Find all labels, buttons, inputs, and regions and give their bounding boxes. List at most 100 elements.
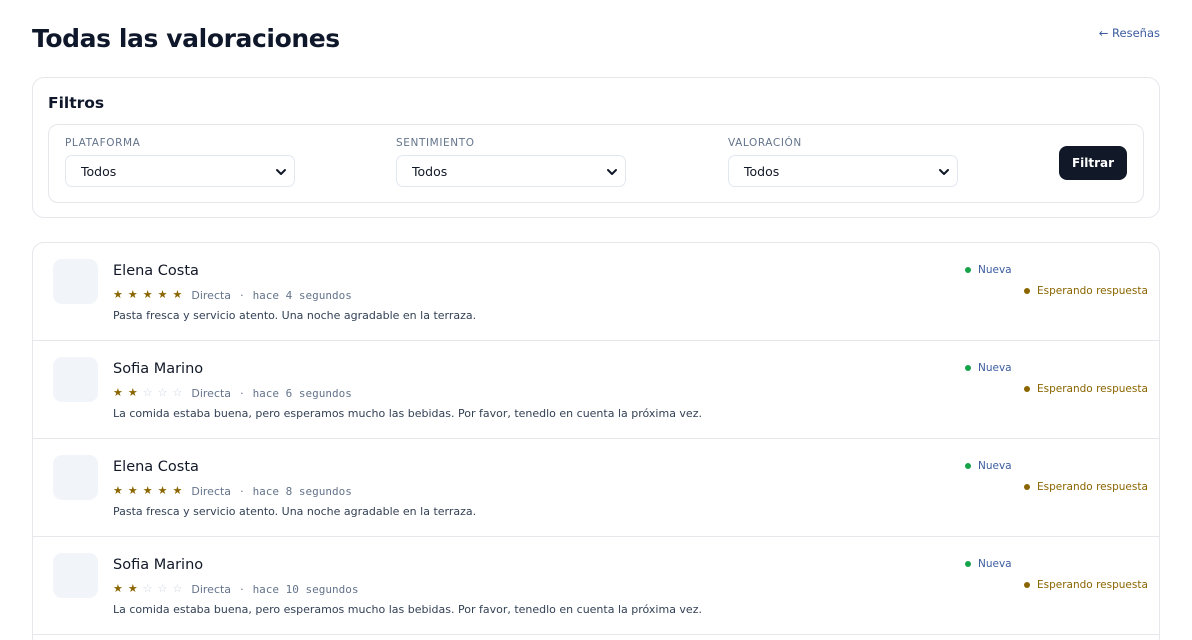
filter-button[interactable]: Filtrar [1059,146,1127,180]
sentiment-select[interactable]: Todos [396,155,626,187]
star-filled-icon: ★ [113,386,123,399]
filters-panel: Filtros PLATAFORMA Todos SENTIMIENTO Tod… [32,77,1160,218]
status-badge-waiting: Esperando respuesta [1024,579,1148,591]
star-empty-icon: ☆ [157,386,168,399]
star-rating: ★ ★ ★ ★ ★ [113,288,182,302]
status-dot-icon [1024,288,1030,294]
star-filled-icon: ★ [127,386,138,399]
reviewer-name: Elena Costa [113,459,199,475]
review-row[interactable]: Sofia Marino ★ ★ ☆ ☆ ☆ Directa · hace 10 segundo… [33,537,1159,635]
star-empty-icon: ☆ [157,582,168,595]
star-empty-icon: ☆ [172,386,183,399]
star-filled-icon: ★ [113,582,123,595]
star-filled-icon: ★ [142,288,153,301]
status-dot-icon [1024,386,1030,392]
review-text: Pasta fresca y servicio atento. Una noch… [113,505,477,518]
platform-filter: PLATAFORMA Todos [65,137,295,187]
review-row[interactable]: Elena Costa ★ ★ ★ ★ ★ Directa · hace 8 segundos P… [33,439,1159,537]
review-time: hace 8 segundos [252,484,352,498]
review-text: Pasta fresca y servicio atento. Una noch… [113,309,477,322]
review-platform: Directa [191,288,232,302]
platform-select-value: Todos [81,164,117,179]
status-dot-icon [1024,582,1030,588]
status-new-label: Nueva [978,460,1012,472]
review-time: hace 6 segundos [252,386,352,400]
status-waiting-label: Esperando respuesta [1037,579,1148,591]
star-empty-icon: ☆ [142,386,153,399]
reviewer-name: Elena Costa [113,263,199,279]
status-badge-new: Nueva [965,362,1012,374]
star-empty-icon: ☆ [172,582,183,595]
avatar [53,357,98,402]
meta-separator: · [240,386,244,400]
review-meta: ★ ★ ★ ★ ★ Directa · hace 8 segundos [113,484,352,498]
status-waiting-label: Esperando respuesta [1037,285,1148,297]
review-row[interactable]: Elena Costa ★ ★ ★ ★ ★ Directa · hace 4 segundos P… [33,243,1159,341]
sentiment-filter: SENTIMIENTO Todos [396,137,626,187]
star-filled-icon: ★ [127,484,138,497]
review-meta: ★ ★ ☆ ☆ ☆ Directa · hace 10 segundos [113,582,359,596]
status-new-label: Nueva [978,362,1012,374]
status-new-label: Nueva [978,558,1012,570]
rating-select[interactable]: Todos [728,155,958,187]
avatar [53,553,98,598]
reviewer-name: Sofia Marino [113,557,204,573]
star-rating: ★ ★ ☆ ☆ ☆ [113,582,182,596]
star-filled-icon: ★ [127,288,138,301]
review-row[interactable]: Sofia Marino ★ ★ ☆ ☆ ☆ Directa · hace 6 segundos… [33,341,1159,439]
star-rating: ★ ★ ★ ★ ★ [113,484,182,498]
review-time: hace 10 segundos [252,582,359,596]
review-time: hace 4 segundos [252,288,352,302]
status-badge-waiting: Esperando respuesta [1024,481,1148,493]
status-badge-new: Nueva [965,558,1012,570]
platform-filter-label: PLATAFORMA [65,137,141,149]
star-filled-icon: ★ [157,484,168,497]
star-filled-icon: ★ [142,484,153,497]
status-waiting-label: Esperando respuesta [1037,481,1148,493]
review-platform: Directa [191,484,232,498]
status-waiting-label: Esperando respuesta [1037,383,1148,395]
back-to-reviews-link[interactable]: ← Reseñas [1099,26,1160,40]
status-dot-icon [965,561,971,567]
rating-filter-label: VALORACIÓN [728,137,802,149]
status-new-label: Nueva [978,264,1012,276]
star-filled-icon: ★ [113,484,123,497]
status-badge-new: Nueva [965,264,1012,276]
review-meta: ★ ★ ☆ ☆ ☆ Directa · hace 6 segundos [113,386,352,400]
status-badge-new: Nueva [965,460,1012,472]
rating-filter: VALORACIÓN Todos [728,137,958,187]
status-dot-icon [965,463,971,469]
star-filled-icon: ★ [127,582,138,595]
star-filled-icon: ★ [157,288,168,301]
star-rating: ★ ★ ☆ ☆ ☆ [113,386,182,400]
star-filled-icon: ★ [113,288,123,301]
review-platform: Directa [191,386,232,400]
review-text: La comida estaba buena, pero esperamos m… [113,603,702,616]
meta-separator: · [240,582,244,596]
avatar [53,259,98,304]
reviews-list: Elena Costa ★ ★ ★ ★ ★ Directa · hace 4 segundos P… [32,242,1160,640]
chevron-down-icon [276,169,286,175]
status-badge-waiting: Esperando respuesta [1024,383,1148,395]
chevron-down-icon [939,169,949,175]
sentiment-filter-label: SENTIMIENTO [396,137,475,149]
chevron-down-icon [607,169,617,175]
review-platform: Directa [191,582,232,596]
review-meta: ★ ★ ★ ★ ★ Directa · hace 4 segundos [113,288,352,302]
star-filled-icon: ★ [172,288,183,301]
avatar [53,455,98,500]
reviewer-name: Sofia Marino [113,361,204,377]
sentiment-select-value: Todos [412,164,448,179]
page-title: Todas las valoraciones [32,24,340,53]
meta-separator: · [240,288,244,302]
status-dot-icon [965,365,971,371]
platform-select[interactable]: Todos [65,155,295,187]
status-dot-icon [965,267,971,273]
star-empty-icon: ☆ [142,582,153,595]
review-text: La comida estaba buena, pero esperamos m… [113,407,702,420]
meta-separator: · [240,484,244,498]
rating-select-value: Todos [744,164,780,179]
star-filled-icon: ★ [172,484,183,497]
filters-form: PLATAFORMA Todos SENTIMIENTO Todos VALOR… [48,124,1144,203]
filters-title: Filtros [48,94,105,112]
